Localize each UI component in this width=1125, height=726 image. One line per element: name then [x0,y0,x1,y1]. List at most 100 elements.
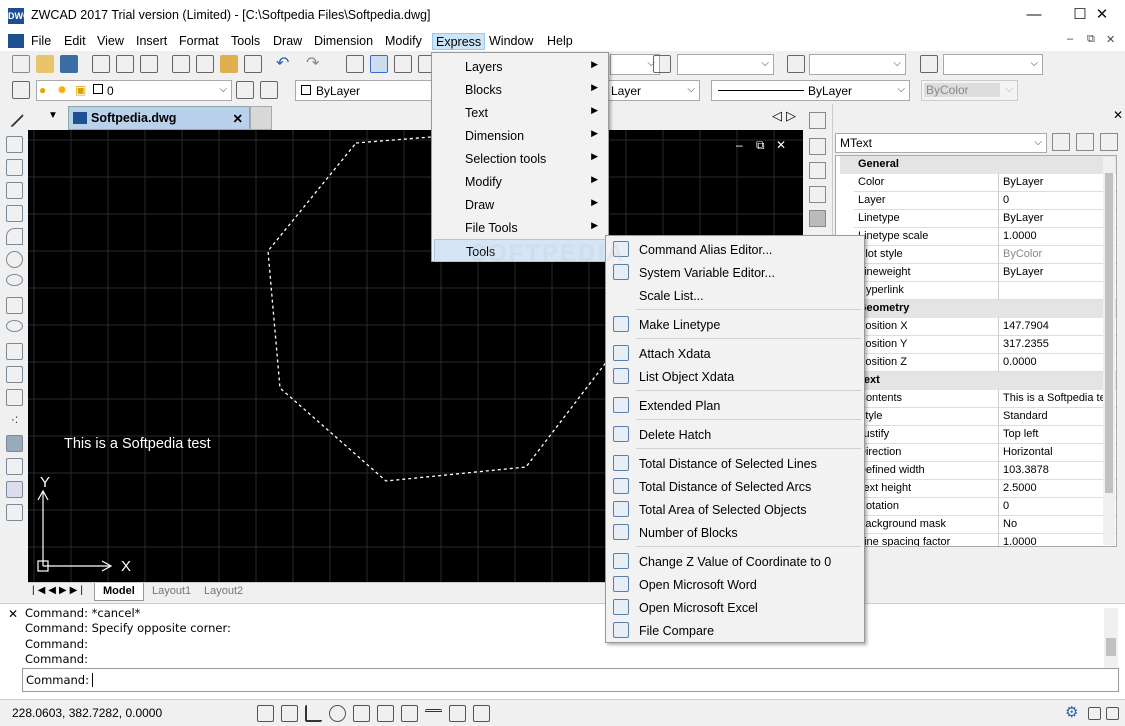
menu-draw[interactable]: Draw [270,33,305,50]
model-space-icon[interactable] [473,705,490,722]
property-value[interactable]: 2.5000 [998,480,1037,498]
layer-manager-icon[interactable] [12,81,30,99]
express-item-modify[interactable]: Modify ▶ [434,170,606,193]
dimstyle-icon[interactable] [653,55,671,73]
polygon-icon[interactable] [6,182,23,199]
undo-icon[interactable]: ↶ [276,55,294,73]
mtext-object[interactable]: This is a Softpedia test [64,436,211,452]
property-row[interactable]: Position Y 317.2355 [854,336,1116,354]
property-value[interactable]: 0.0000 [998,354,1037,372]
property-value[interactable]: 147.7904 [998,318,1049,336]
open-icon[interactable] [36,55,54,73]
layout-nav-icons[interactable]: |◀◀▶▶| [32,585,86,596]
tools-item-total-area-of-selected-objects[interactable]: Total Area of Selected Objects [608,498,862,521]
settings-gear-icon[interactable]: ⚙ [1065,703,1078,721]
print-preview-icon[interactable] [116,55,134,73]
command-close-icon[interactable]: ✕ [8,607,18,621]
property-row[interactable]: Text height 2.5000 [854,480,1116,498]
property-value[interactable]: This is a Softpedia test [998,390,1114,408]
tab-close-icon[interactable]: ✕ [233,111,243,126]
tools-item-change-z-value-of-coordinate-to-0[interactable]: Change Z Value of Coordinate to 0 [608,550,862,573]
new-tab-button[interactable] [250,106,272,130]
erase-icon[interactable] [809,112,826,129]
property-row[interactable]: Style Standard [854,408,1116,426]
tools-item-open-microsoft-word[interactable]: Open Microsoft Word [608,573,862,596]
express-item-dimension[interactable]: Dimension ▶ [434,124,606,147]
viewport-close-icon[interactable]: ✕ [776,138,786,152]
tools-item-total-distance-of-selected-arcs[interactable]: Total Distance of Selected Arcs [608,475,862,498]
property-row[interactable]: Justify Top left [854,426,1116,444]
express-item-text[interactable]: Text ▶ [434,101,606,124]
property-row[interactable]: Linetype ByLayer [854,210,1116,228]
property-row[interactable]: Direction Horizontal [854,444,1116,462]
scroll-thumb[interactable] [1105,173,1113,493]
revcloud-icon[interactable] [6,274,23,286]
property-value[interactable]: Horizontal [998,444,1053,462]
express-item-file-tools[interactable]: File Tools ▶ [434,216,606,239]
tools-item-attach-xdata[interactable]: Attach Xdata [608,342,862,365]
customize-icon[interactable] [1088,707,1101,720]
linetype-combo[interactable]: Layer ⌵ [608,80,700,101]
copy-icon[interactable] [196,55,214,73]
viewport-min-icon[interactable]: ‒ [736,138,743,152]
region-icon[interactable] [6,458,23,475]
category-text[interactable]: Text [840,372,1116,390]
menu-dimension[interactable]: Dimension [311,33,376,50]
menu-modify[interactable]: Modify [382,33,425,50]
property-value[interactable]: ByLayer [998,264,1043,282]
tab-scroll-left-icon[interactable]: ◁ [772,108,782,124]
dimstyle-combo[interactable]: ⌵ [677,54,774,75]
property-value[interactable]: ByLayer [998,174,1043,192]
layer-previous-icon[interactable] [260,81,278,99]
doc-close-icon[interactable]: ✕ [1106,33,1115,46]
property-value[interactable]: 0 [998,192,1009,210]
otrack-icon[interactable] [377,705,394,722]
quick-select-icon[interactable] [1100,133,1118,151]
doc-restore-icon[interactable]: ⧉ [1087,33,1095,46]
lineweight-icon[interactable] [425,709,442,719]
property-row[interactable]: Line spacing factor 1.0000 [854,534,1116,546]
tools-item-total-distance-of-selected-lines[interactable]: Total Distance of Selected Lines [608,452,862,475]
redo-icon[interactable]: ↷ [306,55,324,73]
hatch-icon[interactable] [6,435,23,452]
tab-list-icon[interactable]: ▼ [48,110,58,121]
plot-icon[interactable] [140,55,158,73]
layer-combo[interactable]: ● ✹ ▣ 0 ⌵ [36,80,232,101]
polar-icon[interactable] [329,705,346,722]
property-value[interactable]: ByLayer [998,210,1043,228]
tools-item-delete-hatch[interactable]: Delete Hatch [608,423,862,446]
array-icon[interactable] [809,210,826,227]
tab-layout2[interactable]: Layout2 [204,585,243,597]
lineweight-combo[interactable]: ByLayer ⌵ [711,80,910,101]
property-row[interactable]: Lineweight ByLayer [854,264,1116,282]
pan-icon[interactable] [346,55,364,73]
insert-block-icon[interactable] [6,366,23,383]
paste-icon[interactable] [220,55,238,73]
cut-icon[interactable] [172,55,190,73]
property-row[interactable]: Position X 147.7904 [854,318,1116,336]
zoom-realtime-icon[interactable] [370,55,388,73]
property-value[interactable]: ByColor [998,246,1042,264]
tab-layout1[interactable]: Layout1 [152,585,191,597]
property-value[interactable]: Top left [998,426,1038,444]
menu-window[interactable]: Window [486,33,536,50]
property-row[interactable]: Color ByLayer [854,174,1116,192]
offset-icon[interactable] [809,186,826,203]
tab-model[interactable]: Model [94,583,144,601]
command-input[interactable]: Command: [22,668,1119,692]
tools-item-scale-list[interactable]: Scale List... [608,284,862,307]
tools-item-command-alias-editor[interactable]: Command Alias Editor... [608,238,862,261]
table-icon[interactable] [6,481,23,498]
menu-help[interactable]: Help [544,33,576,50]
express-item-layers[interactable]: Layers ▶ [434,55,606,78]
ortho-icon[interactable] [305,705,322,722]
viewport-restore-icon[interactable]: ⧉ [756,138,765,153]
selection-cycling-icon[interactable] [449,705,466,722]
menu-format[interactable]: Format [176,33,222,50]
menu-view[interactable]: View [94,33,127,50]
doc-icon[interactable] [8,34,24,48]
object-type-combo[interactable]: MText ⌵ [835,133,1047,153]
property-row[interactable]: Hyperlink [854,282,1116,300]
polyline-icon[interactable] [6,159,23,176]
mirror-icon[interactable] [809,162,826,179]
